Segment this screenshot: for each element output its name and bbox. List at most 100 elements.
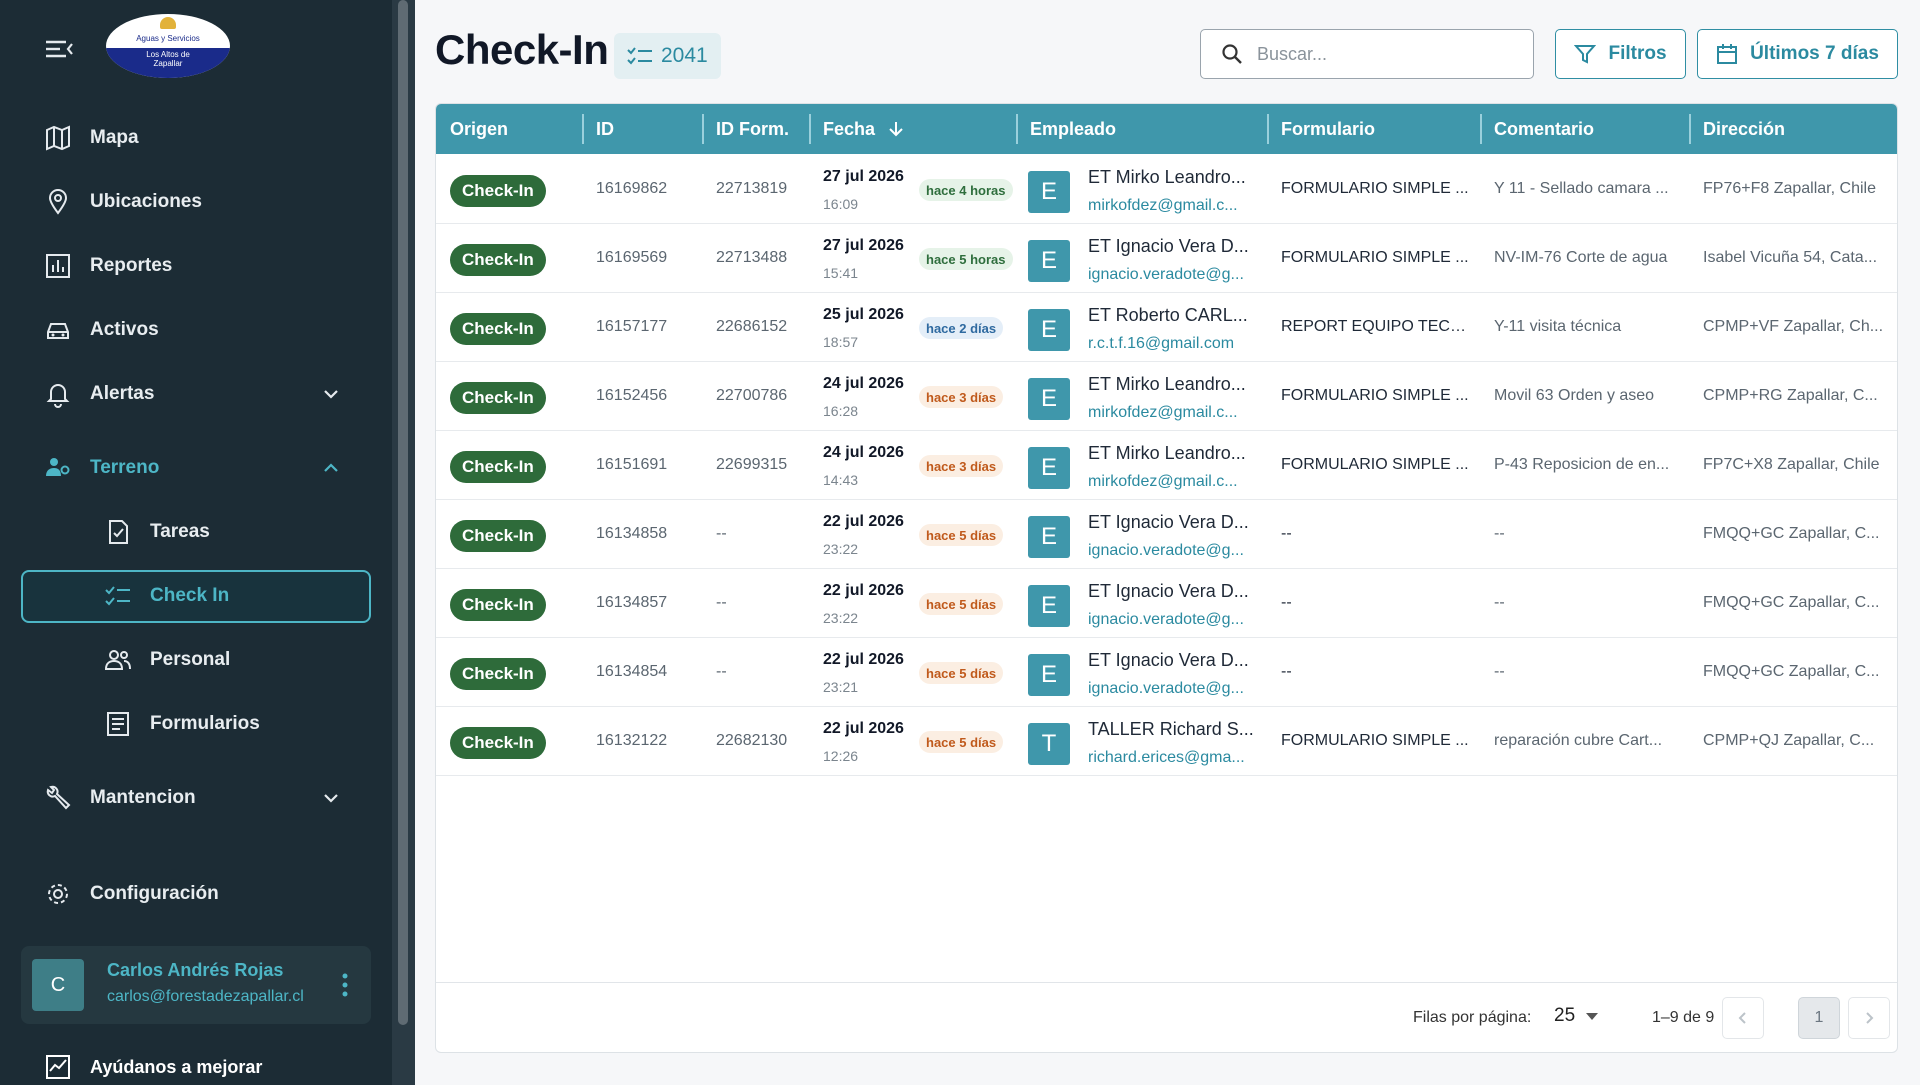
page-button-current[interactable]: 1 [1798, 997, 1840, 1039]
user-card[interactable]: C Carlos Andrés Rojas carlos@forestadeza… [21, 946, 371, 1024]
cell-time: 12:26 [823, 748, 859, 764]
filters-label: Filtros [1608, 43, 1667, 64]
calendar-icon [1717, 44, 1738, 64]
column-empleado[interactable]: Empleado [1030, 104, 1116, 154]
rows-per-page-label: Filas por página: [1413, 1009, 1532, 1026]
count-badge: 2041 [614, 33, 721, 79]
company-logo[interactable]: Aguas y Servicios Los Altos de Zapallar [106, 14, 230, 78]
column-id-form[interactable]: ID Form. [716, 104, 789, 154]
cell-direccion: CPMP+QJ Zapallar, C... [1703, 732, 1875, 749]
cell-time: 23:22 [823, 541, 859, 557]
rows-per-page-value: 25 [1554, 1005, 1576, 1026]
cell-id: 16152456 [596, 387, 668, 404]
nav-label-mantencion: Mantencion [90, 787, 196, 808]
nav-item-configuracion[interactable]: Configuración [44, 874, 219, 914]
column-comentario[interactable]: Comentario [1494, 104, 1594, 154]
cell-date: 25 jul 2026 [823, 306, 904, 323]
nav-item-checkin[interactable]: Check In [104, 576, 229, 616]
employee-email: mirkofdez@gmail.c... [1088, 473, 1238, 490]
nav-item-personal[interactable]: Personal [104, 640, 230, 680]
nav-item-terreno[interactable]: Terreno [44, 448, 338, 488]
nav-item-ubicaciones[interactable]: Ubicaciones [44, 182, 202, 222]
cell-date: 22 jul 2026 [823, 651, 904, 668]
cell-id: 16134858 [596, 525, 668, 542]
cell-id: 16134854 [596, 663, 668, 680]
nav-item-alertas[interactable]: Alertas [44, 374, 338, 414]
count-value: 2041 [661, 44, 708, 67]
nav-label-activos: Activos [90, 319, 159, 340]
location-pin-icon [48, 189, 68, 215]
logo-line2: Los Altos de Zapallar [146, 50, 190, 68]
cell-id-form: 22700786 [716, 387, 788, 404]
relative-time-badge: hace 3 días [919, 386, 1004, 408]
table-row[interactable]: Check-In 16134857 -- 22 jul 2026 23:22 hace 5… [436, 569, 1897, 638]
cell-comentario: NV-IM-76 Corte de agua [1494, 249, 1668, 266]
table-row[interactable]: Check-In 16157177 22686152 25 jul 2026 18:57… [436, 293, 1897, 362]
rows-per-page-select[interactable]: 25 [1554, 1005, 1599, 1027]
search-input[interactable] [1257, 43, 1507, 65]
employee-email: mirkofdez@gmail.c... [1088, 404, 1238, 421]
employee-avatar: E [1028, 171, 1070, 213]
cell-time: 16:09 [823, 196, 859, 212]
nav-item-activos[interactable]: Activos [44, 310, 159, 350]
nav-item-formularios[interactable]: Formularios [104, 704, 260, 744]
column-formulario[interactable]: Formulario [1281, 104, 1375, 154]
cell-id: 16169862 [596, 180, 668, 197]
relative-time-badge: hace 3 días [919, 455, 1004, 477]
table-row[interactable]: Check-In 16132122 22682130 22 jul 2026 12:26… [436, 707, 1897, 776]
nav-item-reportes[interactable]: Reportes [44, 246, 172, 286]
date-range-button[interactable]: Últimos 7 días [1697, 29, 1898, 79]
origin-badge: Check-In [450, 313, 546, 345]
column-direccion[interactable]: Dirección [1703, 104, 1785, 154]
table-row[interactable]: Check-In 16151691 22699315 24 jul 2026 14:43… [436, 431, 1897, 500]
nav-item-mantencion[interactable]: Mantencion [44, 778, 338, 818]
employee-name: ET Roberto CARL... [1088, 305, 1248, 325]
sidebar-scrollbar[interactable] [395, 0, 413, 1085]
column-origen[interactable]: Origen [450, 104, 508, 154]
nav-item-tareas[interactable]: Tareas [104, 512, 210, 552]
search-box[interactable] [1200, 29, 1534, 79]
user-email: carlos@forestadezapallar.cl [107, 988, 304, 1005]
more-vertical-icon[interactable] [339, 970, 351, 1000]
employee-name: ET Mirko Leandro... [1088, 374, 1246, 394]
employee-avatar: E [1028, 516, 1070, 558]
table-row[interactable]: Check-In 16134854 -- 22 jul 2026 23:21 hace 5… [436, 638, 1897, 707]
relative-time-badge: hace 5 horas [919, 248, 1013, 270]
next-page-button[interactable] [1848, 997, 1890, 1039]
menu-collapse-icon[interactable] [44, 34, 74, 64]
employee-avatar: E [1028, 585, 1070, 627]
table-row[interactable]: Check-In 16169569 22713488 27 jul 2026 15:41… [436, 224, 1897, 293]
cell-id: 16132122 [596, 732, 668, 749]
table-row[interactable]: Check-In 16134858 -- 22 jul 2026 23:22 hace 5… [436, 500, 1897, 569]
bar-chart-icon [46, 254, 70, 278]
cell-id-form: -- [716, 525, 727, 542]
nav-label-mapa: Mapa [90, 127, 139, 148]
relative-time-badge: hace 5 días [919, 593, 1004, 615]
origin-badge: Check-In [450, 520, 546, 552]
column-fecha[interactable]: Fecha [823, 104, 905, 154]
chevron-up-icon [324, 463, 338, 472]
search-icon [1222, 44, 1242, 64]
prev-page-button[interactable] [1722, 997, 1764, 1039]
nav-item-help[interactable]: Ayúdanos a mejorar [44, 1053, 262, 1081]
cell-id-form: 22682130 [716, 732, 788, 749]
cell-comentario: -- [1494, 663, 1505, 680]
cell-time: 23:21 [823, 679, 859, 695]
cell-id: 16157177 [596, 318, 668, 335]
nav-label-checkin: Check In [150, 585, 230, 606]
employee-name: ET Mirko Leandro... [1088, 443, 1246, 463]
employee-name: ET Ignacio Vera D... [1088, 650, 1249, 670]
column-fecha-label: Fecha [823, 118, 876, 139]
column-id[interactable]: ID [596, 104, 614, 154]
employee-name: ET Ignacio Vera D... [1088, 581, 1249, 601]
table-row[interactable]: Check-In 16152456 22700786 24 jul 2026 16:28… [436, 362, 1897, 431]
cell-id-form: -- [716, 663, 727, 680]
nav-label-formularios: Formularios [150, 713, 260, 734]
chevron-right-icon [1866, 1012, 1874, 1024]
checkin-table: Origen ID ID Form. Fecha Empleado Formul… [435, 103, 1898, 1053]
table-row[interactable]: Check-In 16169862 22713819 27 jul 2026 16:09… [436, 155, 1897, 224]
nav-item-mapa[interactable]: Mapa [44, 118, 139, 158]
cell-id-form: 22686152 [716, 318, 788, 335]
filters-button[interactable]: Filtros [1555, 29, 1686, 79]
nav-label-alertas: Alertas [90, 383, 155, 404]
